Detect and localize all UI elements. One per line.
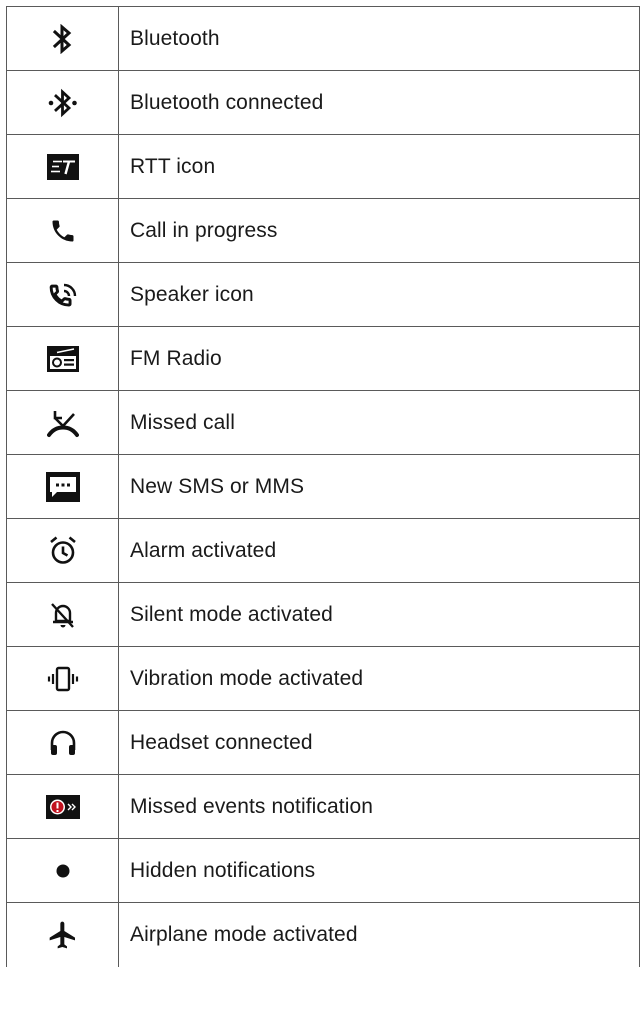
table-row: FM Radio xyxy=(6,326,640,391)
icon-cell xyxy=(6,582,119,647)
missed-call-icon xyxy=(46,410,79,437)
headset-icon xyxy=(50,730,75,755)
icon-label: RTT icon xyxy=(118,134,640,199)
icon-cell xyxy=(6,838,119,903)
silent-mode-icon xyxy=(50,602,74,628)
icon-cell xyxy=(6,646,119,711)
icon-label: FM Radio xyxy=(118,326,640,391)
icon-cell xyxy=(6,198,119,263)
table-row: Silent mode activated xyxy=(6,582,640,647)
icon-label: New SMS or MMS xyxy=(118,454,640,519)
icon-label: Missed events notification xyxy=(118,774,640,839)
table-row: Headset connected xyxy=(6,710,640,775)
table-row: Call in progress xyxy=(6,198,640,263)
table-row: Alarm activated xyxy=(6,518,640,583)
table-row: Vibration mode activated xyxy=(6,646,640,711)
table-row: Speaker icon xyxy=(6,262,640,327)
table-row: Airplane mode activated xyxy=(6,902,640,967)
call-in-progress-icon xyxy=(52,220,73,241)
rtt-icon xyxy=(46,153,79,180)
fm-radio-icon xyxy=(46,345,79,372)
icon-cell xyxy=(6,262,119,327)
icon-cell xyxy=(6,134,119,199)
icon-label: Bluetooth connected xyxy=(118,70,640,135)
alarm-icon xyxy=(49,535,76,564)
table-row: Missed events notification xyxy=(6,774,640,839)
missed-events-icon xyxy=(45,794,80,819)
icon-cell xyxy=(6,454,119,519)
hidden-notifications-dot-icon xyxy=(56,864,69,877)
icon-cell xyxy=(6,390,119,455)
table-row: RTT icon xyxy=(6,134,640,199)
icon-label: Vibration mode activated xyxy=(118,646,640,711)
icon-cell xyxy=(6,902,119,967)
icon-cell xyxy=(6,518,119,583)
icon-label: Alarm activated xyxy=(118,518,640,583)
icon-cell xyxy=(6,774,119,839)
icon-label: Bluetooth xyxy=(118,6,640,71)
new-message-icon xyxy=(45,471,80,502)
icon-label: Headset connected xyxy=(118,710,640,775)
bluetooth-connected-icon xyxy=(48,88,77,117)
vibration-icon xyxy=(47,666,78,691)
table-row: Bluetooth connected xyxy=(6,70,640,135)
icon-label: Hidden notifications xyxy=(118,838,640,903)
status-icons-table: Bluetooth Bluetooth connected RTT icon C… xyxy=(6,6,640,967)
icon-cell xyxy=(6,326,119,391)
table-row: Bluetooth xyxy=(6,6,640,71)
icon-cell xyxy=(6,70,119,135)
bluetooth-icon xyxy=(52,23,71,54)
icon-cell xyxy=(6,6,119,71)
table-row: Hidden notifications xyxy=(6,838,640,903)
icon-cell xyxy=(6,710,119,775)
icon-label: Missed call xyxy=(118,390,640,455)
icon-label: Call in progress xyxy=(118,198,640,263)
table-row: New SMS or MMS xyxy=(6,454,640,519)
icon-label: Silent mode activated xyxy=(118,582,640,647)
icon-label: Airplane mode activated xyxy=(118,902,640,967)
speaker-call-icon xyxy=(49,283,76,307)
icon-label: Speaker icon xyxy=(118,262,640,327)
airplane-icon xyxy=(49,921,75,949)
table-row: Missed call xyxy=(6,390,640,455)
